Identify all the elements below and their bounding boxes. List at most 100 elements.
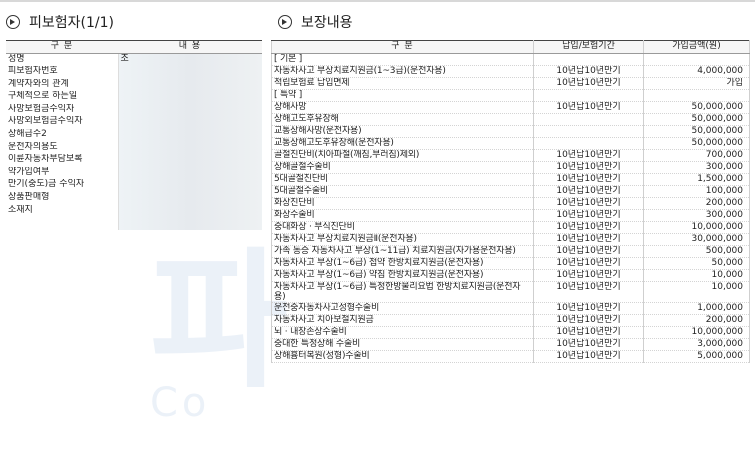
coverage-amount: 100,000 bbox=[643, 185, 750, 198]
coverage-name: 상해흉터복원(성형)수술비 bbox=[271, 350, 534, 364]
coverage-period: 10년납10년만기 bbox=[533, 65, 644, 78]
top-divider bbox=[0, 0, 755, 2]
insured-row-value bbox=[118, 166, 262, 180]
insured-row-value bbox=[118, 192, 262, 205]
coverage-section-title: 보장내용 bbox=[278, 12, 353, 32]
insured-row: 구체적으로 하는일 bbox=[6, 91, 262, 104]
coverage-amount: 500,000 bbox=[643, 245, 750, 258]
insured-row: 운전자의용도 bbox=[6, 141, 262, 155]
insured-row-value bbox=[118, 129, 262, 142]
insured-row-label: 약가입여부 bbox=[6, 166, 119, 180]
coverage-name: 자동차사고 부상(1~6급) 특정한방물리요법 한방치료지원금(운전자용) bbox=[271, 281, 534, 304]
coverage-row: 골절진단비(치아파절(깨짐,부러짐)제외) 10년납10년만기 700,000 bbox=[271, 149, 750, 162]
insured-row: 이륜자동차부담보록 bbox=[6, 154, 262, 167]
coverage-name: 자동차사고 부상치료지원금(1~3급)(운전자용) bbox=[271, 65, 534, 78]
insured-header-row: 구 분 내 용 bbox=[6, 40, 262, 54]
coverage-amount: 300,000 bbox=[643, 161, 750, 174]
play-bullet-icon bbox=[278, 15, 292, 29]
coverage-row: 중대한 특정상해 수술비 10년납10년만기 3,000,000 bbox=[271, 338, 750, 352]
coverage-period: 10년납10년만기 bbox=[533, 314, 644, 328]
insured-row-value: 조 bbox=[118, 53, 262, 67]
coverage-row: 화상진단비 10년납10년만기 200,000 bbox=[271, 197, 750, 210]
coverage-amount: 300,000 bbox=[643, 209, 750, 222]
coverage-amount: 50,000 bbox=[643, 257, 750, 270]
coverage-period: 10년납10년만기 bbox=[533, 221, 644, 234]
coverage-amount: 3,000,000 bbox=[643, 338, 750, 352]
coverage-title-text: 보장내용 bbox=[301, 15, 353, 31]
coverage-amount: 10,000 bbox=[643, 281, 750, 304]
insured-row-value bbox=[118, 154, 262, 167]
insured-table: 구 분 내 용 성명 조 피보험자번호 계약자와의 관계 구체적으로 하는일 사망보험금수… bbox=[6, 40, 262, 230]
coverage-period bbox=[533, 53, 644, 66]
insured-header-content: 내 용 bbox=[118, 40, 262, 54]
coverage-amount: 10,000,000 bbox=[643, 326, 750, 340]
coverage-name: 적립보험료 납입면제 bbox=[271, 77, 534, 90]
coverage-name: 가족 동승 자동차사고 부상(1~11급) 치료지원금(자가용운전자용) bbox=[271, 245, 534, 258]
coverage-row: 자동차사고 부상(1~6급) 특정한방물리요법 한방치료지원금(운전자용) 10년… bbox=[271, 281, 750, 304]
insured-row-value bbox=[118, 78, 262, 92]
coverage-name: 상해사망 bbox=[271, 101, 534, 114]
coverage-amount bbox=[643, 53, 750, 66]
coverage-row: 자동차사고 부상(1~6급) 첩약 한방치료지원금(운전자용) 10년납10년만기… bbox=[271, 257, 750, 270]
coverage-name: [ 특약 ] bbox=[271, 89, 534, 102]
coverage-period: 10년납10년만기 bbox=[533, 101, 644, 114]
insured-row-label: 상품판매형 bbox=[6, 192, 119, 205]
insured-row-label: 피보험자번호 bbox=[6, 66, 119, 79]
insured-row-value bbox=[118, 141, 262, 155]
coverage-row: 상해고도후유장해 50,000,000 bbox=[271, 113, 750, 126]
coverage-header-period: 납입/보험기간 bbox=[533, 40, 644, 54]
coverage-row: 5대골절진단비 10년납10년만기 1,500,000 bbox=[271, 173, 750, 186]
coverage-row: 가족 동승 자동차사고 부상(1~11급) 치료지원금(자가용운전자용) 10년납… bbox=[271, 245, 750, 258]
coverage-period bbox=[533, 137, 644, 150]
coverage-period bbox=[533, 113, 644, 126]
insured-empty-row bbox=[6, 217, 262, 230]
coverage-amount: 50,000,000 bbox=[643, 125, 750, 138]
coverage-table: 구 분 납입/보험기간 가입금액(원) [ 기본 ] 자동차사고 부상치료지원금(… bbox=[271, 40, 750, 364]
coverage-header-amount: 가입금액(원) bbox=[643, 40, 750, 54]
coverage-row: 자동차사고 부상(1~6급) 약침 한방치료지원금(운전자용) 10년납10년만기… bbox=[271, 269, 750, 282]
insured-row: 상해급수2 bbox=[6, 129, 262, 142]
coverage-name: 골절진단비(치아파절(깨짐,부러짐)제외) bbox=[271, 149, 534, 162]
insured-header-category: 구 분 bbox=[6, 40, 118, 54]
coverage-amount: 10,000,000 bbox=[643, 221, 750, 234]
coverage-row: 자동차사고 부상치료지원금Ⅱ(운전자용) 10년납10년만기 30,000,000 bbox=[271, 233, 750, 246]
coverage-period: 10년납10년만기 bbox=[533, 257, 644, 270]
watermark-logo: 파 bbox=[150, 235, 288, 409]
insured-row-value bbox=[118, 103, 262, 117]
coverage-row: 뇌 · 내장손상수술비 10년납10년만기 10,000,000 bbox=[271, 326, 750, 340]
insured-row-label: 이륜자동차부담보록 bbox=[6, 154, 119, 167]
insured-row: 사망보험금수익자 bbox=[6, 103, 262, 117]
coverage-name: 5대골절수술비 bbox=[271, 185, 534, 198]
insured-row-value bbox=[118, 116, 262, 130]
coverage-name: 상해골절수술비 bbox=[271, 161, 534, 174]
coverage-amount: 1,500,000 bbox=[643, 173, 750, 186]
coverage-row: 자동차사고 부상치료지원금(1~3급)(운전자용) 10년납10년만기 4,000,… bbox=[271, 65, 750, 78]
coverage-name: 자동차사고 부상치료지원금Ⅱ(운전자용) bbox=[271, 233, 534, 246]
insured-empty-value bbox=[118, 217, 262, 230]
coverage-row: 교통상해사망(운전자용) 50,000,000 bbox=[271, 125, 750, 138]
coverage-amount: 10,000 bbox=[643, 269, 750, 282]
coverage-table-body: [ 기본 ] 자동차사고 부상치료지원금(1~3급)(운전자용) 10년납10년만기… bbox=[271, 53, 750, 364]
insured-row-label: 상해급수2 bbox=[6, 129, 119, 142]
insured-row-label: 구체적으로 하는일 bbox=[6, 91, 119, 104]
coverage-header-row: 구 분 납입/보험기간 가입금액(원) bbox=[271, 40, 750, 54]
coverage-period: 10년납10년만기 bbox=[533, 338, 644, 352]
coverage-name: 자동차사고 치아보철지원금 bbox=[271, 314, 534, 328]
coverage-period bbox=[533, 125, 644, 138]
insured-row: 사망외보험금수익자 bbox=[6, 116, 262, 130]
coverage-name: 중대화상 · 부식진단비 bbox=[271, 221, 534, 234]
insured-row-value bbox=[118, 66, 262, 79]
coverage-name: 뇌 · 내장손상수술비 bbox=[271, 326, 534, 340]
coverage-name: [ 기본 ] bbox=[271, 53, 534, 66]
insured-row: 만기(중도)금 수익자 bbox=[6, 179, 262, 193]
insured-row-label: 성명 bbox=[6, 53, 119, 67]
coverage-amount: 700,000 bbox=[643, 149, 750, 162]
coverage-name: 5대골절진단비 bbox=[271, 173, 534, 186]
coverage-period: 10년납10년만기 bbox=[533, 326, 644, 340]
coverage-amount: 50,000,000 bbox=[643, 101, 750, 114]
coverage-row: 운전중자동차사고성형수술비 10년납10년만기 1,000,000 bbox=[271, 302, 750, 316]
insured-section-title: 피보험자(1/1) bbox=[6, 12, 114, 32]
insured-row-label: 사망외보험금수익자 bbox=[6, 116, 119, 130]
coverage-period: 10년납10년만기 bbox=[533, 350, 644, 364]
coverage-row: 상해골절수술비 10년납10년만기 300,000 bbox=[271, 161, 750, 174]
